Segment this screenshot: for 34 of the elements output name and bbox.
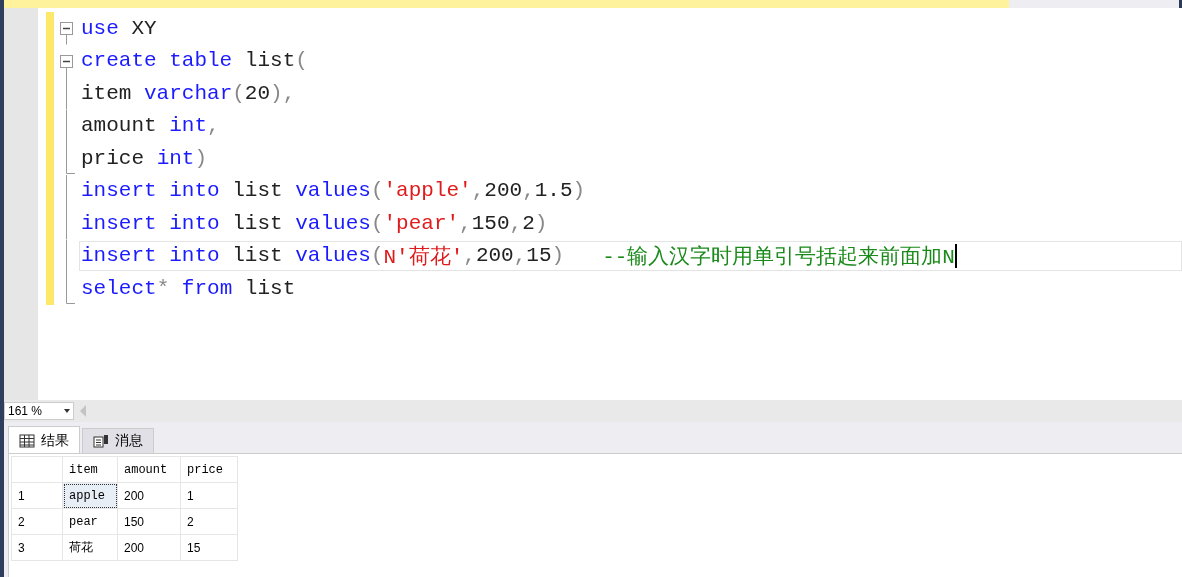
corner-header bbox=[11, 456, 63, 483]
row-number: 2 bbox=[11, 508, 63, 535]
code-line: item varchar(20), bbox=[80, 80, 297, 106]
results-tab[interactable]: 结果 bbox=[8, 426, 80, 453]
code-line: select* from list bbox=[80, 275, 297, 301]
fold-end bbox=[66, 272, 75, 304]
code-line: amount int, bbox=[80, 113, 221, 139]
code-line: create table list( bbox=[80, 48, 309, 74]
column-header: item bbox=[62, 456, 118, 483]
collapse-icon[interactable] bbox=[60, 54, 73, 77]
row-number: 1 bbox=[11, 482, 63, 509]
code-line: insert into list values('apple',200,1.5) bbox=[80, 178, 587, 204]
table-cell: 荷花 bbox=[62, 534, 118, 561]
column-header: price bbox=[180, 456, 238, 483]
row-number: 3 bbox=[11, 534, 63, 561]
table-cell: 15 bbox=[180, 534, 238, 561]
table-cell: 200 bbox=[117, 482, 181, 509]
table-cell: 1 bbox=[180, 482, 238, 509]
table-cell: 2 bbox=[180, 508, 238, 535]
table-cell: 200 bbox=[117, 534, 181, 561]
dropdown-caret-icon bbox=[64, 409, 70, 413]
results-tab[interactable]: 消息 bbox=[82, 428, 154, 453]
code-line: price int) bbox=[80, 145, 209, 171]
code-line: insert into list values('pear',150,2) bbox=[80, 210, 549, 236]
text-cursor bbox=[954, 243, 957, 268]
document-icon bbox=[93, 434, 109, 448]
collapse-icon[interactable] bbox=[60, 22, 73, 45]
code-line: use XY bbox=[80, 15, 158, 41]
zoom-dropdown[interactable]: 161 % bbox=[4, 402, 74, 420]
table-cell: 150 bbox=[117, 508, 181, 535]
table-cell: pear bbox=[62, 508, 118, 535]
column-header: amount bbox=[117, 456, 181, 483]
grid-icon bbox=[19, 434, 35, 448]
fold-end bbox=[66, 142, 75, 174]
